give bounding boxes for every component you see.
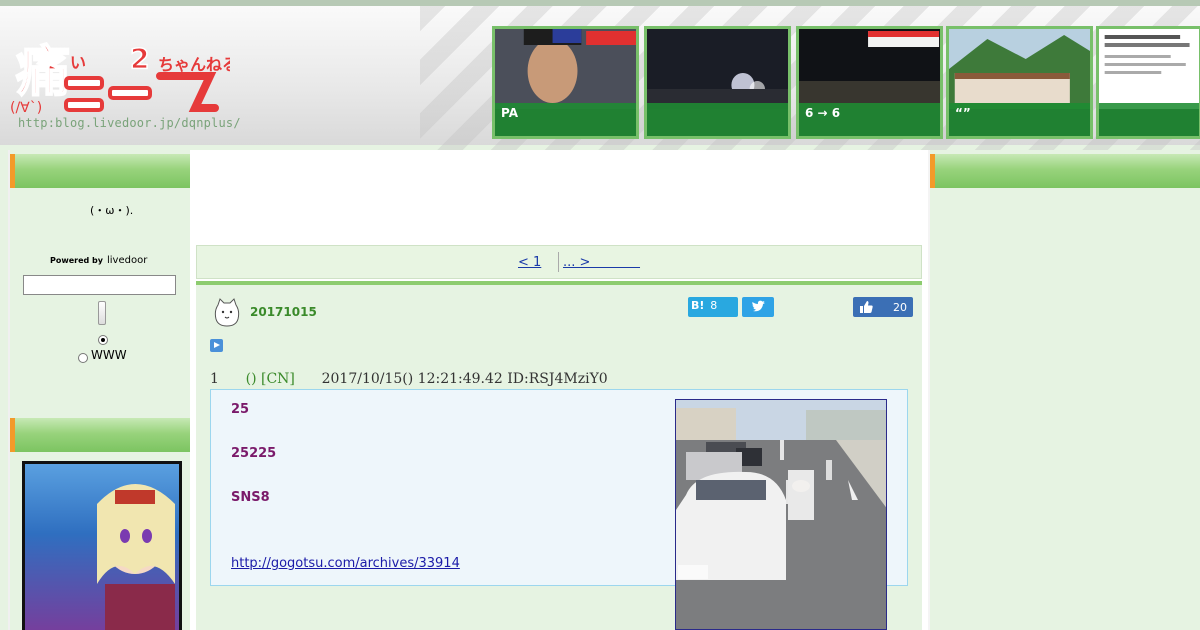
right-sidebar-header-bar [930,154,1200,188]
svg-text:い: い [70,53,86,72]
post-line-3: SNS8 [231,490,270,505]
right-sidebar [928,150,1200,630]
article-date: 20171015 [250,305,317,319]
thumbnail-1[interactable]: PA [492,26,639,139]
page: 痛 い 2 ちゃんねる (/∀`) http:blog.livedoor.jp/… [0,0,1200,630]
pager: < 1 ... > [196,245,922,279]
powered-by-livedoor[interactable]: Powered by livedoor [50,255,147,266]
tweet-button[interactable] [742,297,774,317]
avatar-icon [214,298,240,327]
hatena-icon: B! [691,299,705,312]
svg-text:ちゃんねる: ちゃんねる [158,55,230,74]
pager-prev-link[interactable]: < 1 [518,255,541,270]
thumbnail-2[interactable] [644,26,791,139]
svg-text:痛: 痛 [16,40,70,103]
site-header: 痛 い 2 ちゃんねる (/∀`) http:blog.livedoor.jp/… [0,0,1200,151]
thumbnail-3[interactable]: 6 → 6 [796,26,943,139]
sidebar-section-bar [10,418,192,452]
post-line-2: 25225 [231,446,277,461]
post-line-1: 25 [231,402,250,417]
thumbs-up-icon [860,301,873,313]
hatena-count: 8 [710,299,718,312]
search-button[interactable] [98,301,106,325]
post-header: 1 () [CN] 2017/10/15() 12:21:49.42 ID:RS… [210,371,608,387]
radio-www[interactable] [78,353,88,363]
hatena-bookmark-button[interactable]: B! 8 [688,297,738,317]
svg-text:2: 2 [130,42,149,75]
thumbnail-2-image [647,29,788,109]
thumbnail-4-caption: “” [949,103,1090,136]
left-sidebar: (・ω・). Powered by livedoor WWW [8,150,192,630]
post-number: 1 [210,371,219,387]
thumbnail-3-caption: 6 → 6 [799,103,940,136]
thumbnail-5-caption [1099,103,1199,136]
svg-text:(/∀`): (/∀`) [10,100,42,116]
pager-separator [558,252,559,272]
search-input[interactable] [23,275,176,295]
thumbnail-1-image [495,29,636,109]
twitter-bird-icon [752,300,765,312]
emoticon-text: (・ω・). [90,204,134,217]
radio-blog[interactable] [98,335,108,345]
radio-www-label: WWW [91,348,127,362]
post-author-name: () [CN] [245,371,295,387]
facebook-like-button[interactable]: 20 [853,297,913,317]
pager-next-link[interactable]: ... > [563,255,640,270]
thumbnail-5-image [1099,29,1199,109]
thumbnail-4[interactable]: “” [946,26,1093,139]
thumbnail-4-image [949,29,1090,109]
logo-url[interactable]: http:blog.livedoor.jp/dqnplus/ [18,116,241,130]
article-photo[interactable] [675,399,887,630]
source-link[interactable]: http://gogotsu.com/archives/33914 [231,556,460,571]
game-ad-banner[interactable] [22,461,182,630]
post-meta: 2017/10/15() 12:21:49.42 ID:RSJ4MziY0 [321,371,608,387]
play-icon[interactable] [210,339,223,352]
thumbnail-2-caption [647,103,788,136]
powered-by-label: Powered by [50,256,103,265]
street-scene-image [676,400,886,629]
livedoor-logo: livedoor [107,255,148,266]
sidebar-header-bar [10,154,192,188]
main-content: < 1 ... > 20171015 B! 8 20 1 () [CN] 201… [190,150,928,630]
thumbnail-5[interactable] [1096,26,1200,139]
thumbnail-3-image [799,29,940,109]
thumbnail-1-caption: PA [495,103,636,136]
like-count: 20 [893,301,907,314]
banner-art [97,484,175,630]
